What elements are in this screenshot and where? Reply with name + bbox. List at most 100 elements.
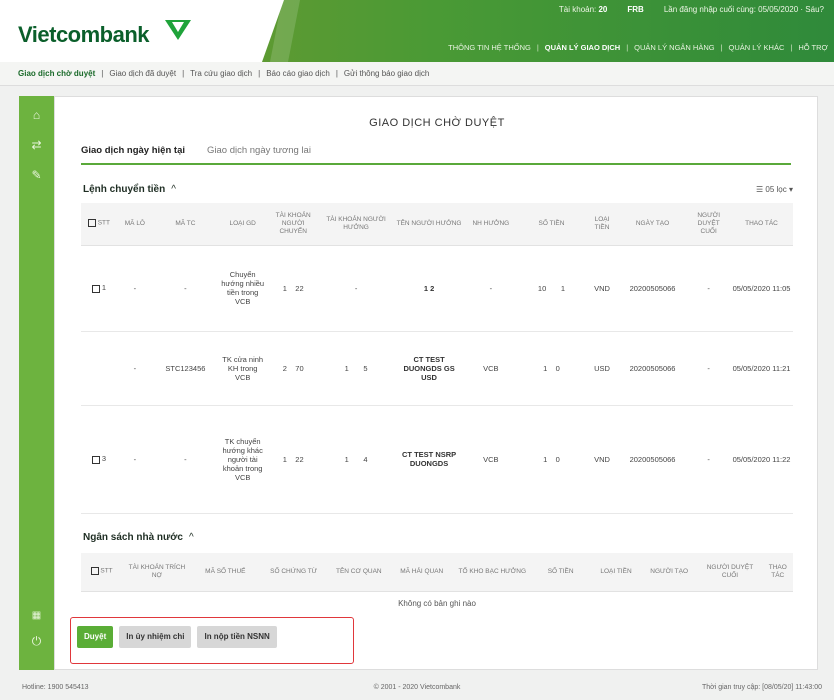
sidebar: ⌂ ⇄ ✎ ▦ ⏻ xyxy=(19,96,54,670)
cell-ref: - xyxy=(152,405,218,514)
col-from-account: TÀI KHOẢN NGƯỜI CHUYỂN xyxy=(267,203,320,246)
col-bank: NH HƯỞNG xyxy=(465,203,517,246)
filter-button[interactable]: ☰ 05 lọc ▾ xyxy=(756,185,793,194)
cell-currency: VND xyxy=(586,245,618,332)
submenu-approved[interactable]: Giao dịch đã duyệt xyxy=(109,69,176,85)
home-icon[interactable]: ⌂ xyxy=(29,108,44,123)
col-to-account: TÀI KHOẢN NGƯỜI HƯỞNG xyxy=(319,203,394,246)
col-currency: LOẠI TIỀN xyxy=(591,553,641,592)
col-batch: MÃ LÔ xyxy=(116,203,153,246)
col-created: NGÀY TẠO xyxy=(617,203,688,246)
cell-to-account: 1 4 xyxy=(319,405,394,514)
cell-batch: - xyxy=(116,245,153,332)
cell-ref: STC123456 xyxy=(152,331,218,406)
col-actions: THAO TÁC xyxy=(762,553,793,592)
cell-beneficiary: 1 2 xyxy=(393,245,465,332)
print-payment-order-button[interactable]: In ủy nhiệm chi xyxy=(119,626,192,648)
cell-created: 20200505066 xyxy=(617,405,688,514)
col-currency: LOẠI TIỀN xyxy=(586,203,618,246)
nav-system-info[interactable]: THÔNG TIN HỆ THỐNG xyxy=(448,43,531,52)
chevron-up-icon: ^ xyxy=(188,532,194,543)
tab-future[interactable]: Giao dịch ngày tương lai xyxy=(207,145,311,163)
budget-section-title[interactable]: Ngân sách nhà nước ^ xyxy=(83,532,194,543)
cell-beneficiary: CT TEST NSRP DUONGDS xyxy=(393,405,465,514)
approve-button[interactable]: Duyệt xyxy=(77,626,114,648)
submenu-notify[interactable]: Gửi thông báo giao dịch xyxy=(344,69,429,85)
cell-from-account: 1 22 xyxy=(267,405,320,514)
row-checkbox[interactable] xyxy=(91,284,100,293)
submenu: Giao dịch chờ duyệt | Giao dịch đã duyệt |… xyxy=(0,62,834,86)
cell-approver: - xyxy=(687,405,731,514)
transfer-table: STT MÃ LÔ MÃ TC LOẠI GD TÀI KHOẢN NGƯỜI … xyxy=(81,203,793,514)
col-stt: STT xyxy=(81,553,123,592)
account-info: Tài khoản: 20 xyxy=(558,5,608,14)
submenu-pending[interactable]: Giao dịch chờ duyệt xyxy=(18,69,95,85)
cell-batch: - xyxy=(116,331,153,406)
nav-support[interactable]: HỖ TRỢ xyxy=(798,43,828,52)
table-row[interactable]: 1 - - Chuyển hướng nhiều tiền trong VCB … xyxy=(81,245,793,332)
cell-from-account: 1 22 xyxy=(267,245,320,332)
row-checkbox[interactable] xyxy=(91,455,100,464)
transfer-section-title[interactable]: Lệnh chuyển tiền ^ xyxy=(83,184,176,195)
cell-created: 20200505066 xyxy=(617,331,688,406)
table-row[interactable]: - STC123456 TK cửa ninh KH trong VCB 2 7… xyxy=(81,331,793,406)
col-ref: MÃ TC xyxy=(152,203,218,246)
nav-other-management[interactable]: QUẢN LÝ KHÁC xyxy=(729,43,785,52)
cell-bank: VCB xyxy=(465,405,517,514)
language-flag-icon[interactable]: ▦ xyxy=(29,608,44,623)
cell-amount: 1 0 xyxy=(516,405,587,514)
submenu-search[interactable]: Tra cứu giao dịch xyxy=(190,69,252,85)
cell-approver: - xyxy=(687,245,731,332)
date-tabs: Giao dịch ngày hiện tại Giao dịch ngày t… xyxy=(81,145,791,165)
col-actions: THAO TÁC xyxy=(730,203,793,246)
vietcombank-logo[interactable]: Vietcombank xyxy=(18,22,150,48)
main-panel: GIAO DỊCH CHỜ DUYỆT Giao dịch ngày hiện … xyxy=(54,96,818,670)
last-login: Lần đăng nhập cuối cùng: 05/05/2020 · Sá… xyxy=(663,5,824,14)
col-agency: TÊN CƠ QUAN xyxy=(328,553,390,592)
bank-code: FRB xyxy=(627,5,644,14)
transfer-icon[interactable]: ⇄ xyxy=(29,138,44,153)
print-budget-button[interactable]: In nộp tiền NSNN xyxy=(197,626,277,648)
header: Vietcombank Tài khoản: 20 FRB Lần đăng n… xyxy=(0,0,834,66)
cell-bank: VCB xyxy=(465,331,517,406)
cell-approver: - xyxy=(687,331,731,406)
cell-currency: USD xyxy=(586,331,618,406)
cell-type: TK chuyển hướng khác người tài khoản tro… xyxy=(217,405,268,514)
cell-from-account: 2 70 xyxy=(267,331,320,406)
cell-currency: VND xyxy=(586,405,618,514)
cell-created: 20200505066 xyxy=(617,245,688,332)
chevron-up-icon: ^ xyxy=(171,184,176,195)
cell-amount: 10 1 xyxy=(516,245,587,332)
nav-transaction-management[interactable]: QUẢN LÝ GIAO DỊCH xyxy=(545,43,620,52)
cell-action[interactable]: 05/05/2020 11:22 xyxy=(730,405,793,514)
col-beneficiary: TÊN NGƯỜI HƯỞNG xyxy=(393,203,465,246)
budget-table: STT TÀI KHOẢN TRÍCH NỢ MÃ SỐ THUẾ SỐ CHỨ… xyxy=(81,553,793,592)
col-treasury: TỔ KHO BẠC HƯỞNG xyxy=(454,553,531,592)
table-row[interactable]: 3 - - TK chuyển hướng khác người tài kho… xyxy=(81,405,793,514)
logo-mark-inner-icon xyxy=(172,22,184,32)
row-select: 3 xyxy=(81,405,117,514)
cell-action[interactable]: 05/05/2020 11:05 xyxy=(730,245,793,332)
power-icon[interactable]: ⏻ xyxy=(29,634,44,649)
cell-type: TK cửa ninh KH trong VCB xyxy=(217,331,268,406)
col-approver: NGƯỜI DUYỆT CUỐI xyxy=(697,553,763,592)
col-type: LOẠI GD xyxy=(217,203,268,246)
cell-beneficiary: CT TEST DUONGDS GS USD xyxy=(393,331,465,406)
header-user-info: Tài khoản: 20 FRB Lần đăng nhập cuối cùn… xyxy=(559,5,824,14)
select-all-checkbox[interactable] xyxy=(90,567,99,576)
submenu-report[interactable]: Báo cáo giao dịch xyxy=(266,69,330,85)
row-select: 1 xyxy=(81,245,117,332)
cell-action[interactable]: 05/05/2020 11:21 xyxy=(730,331,793,406)
cell-type: Chuyển hướng nhiều tiền trong VCB xyxy=(217,245,268,332)
tools-icon[interactable]: ✎ xyxy=(29,168,44,183)
row-select xyxy=(81,331,117,406)
action-buttons: Duyệt In ủy nhiệm chi In nộp tiền NSNN xyxy=(77,626,277,648)
cell-batch: - xyxy=(116,405,153,514)
col-amount: SỐ TIỀN xyxy=(530,553,592,592)
cell-to-account: 1 5 xyxy=(319,331,394,406)
col-amount: SỐ TIỀN xyxy=(516,203,587,246)
nav-bank-management[interactable]: QUẢN LÝ NGÂN HÀNG xyxy=(634,43,714,52)
tab-today[interactable]: Giao dịch ngày hiện tại xyxy=(81,145,185,163)
select-all-checkbox[interactable] xyxy=(87,219,96,228)
col-approver: NGƯỜI DUYỆT CUỐI xyxy=(687,203,731,246)
